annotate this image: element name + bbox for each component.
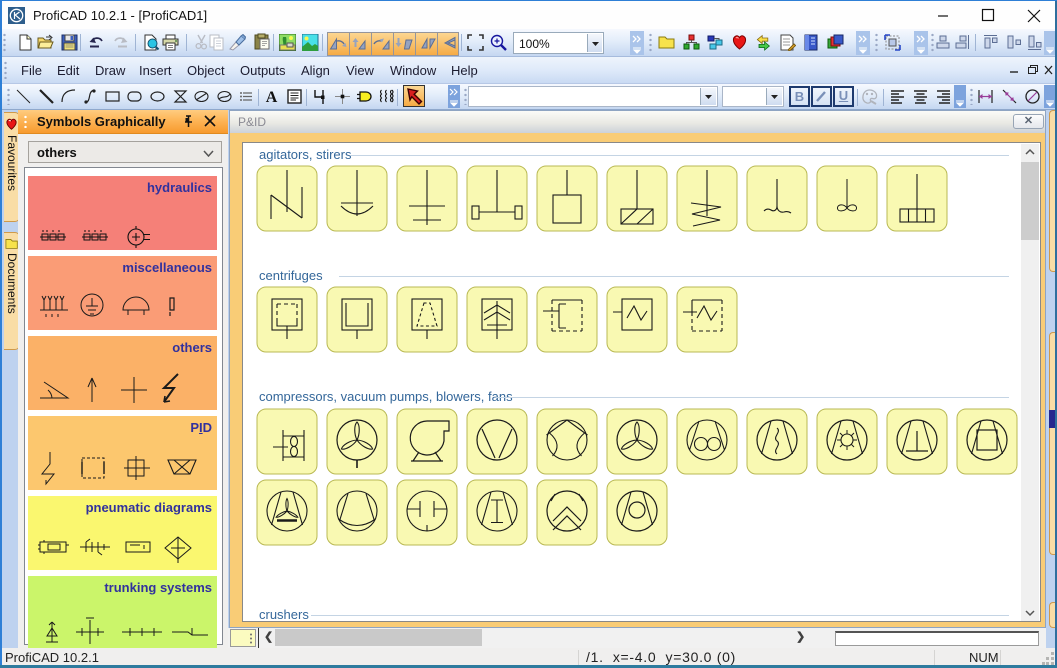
svg-text:A: A: [266, 89, 278, 105]
svg-text:compressors, vacuum pumps, blo: compressors, vacuum pumps, blowers, fans: [259, 389, 513, 404]
svg-text:centrifuges: centrifuges: [259, 268, 323, 283]
svg-text:agitators, stirers: agitators, stirers: [259, 147, 352, 162]
svg-text:crushers: crushers: [259, 607, 309, 621]
